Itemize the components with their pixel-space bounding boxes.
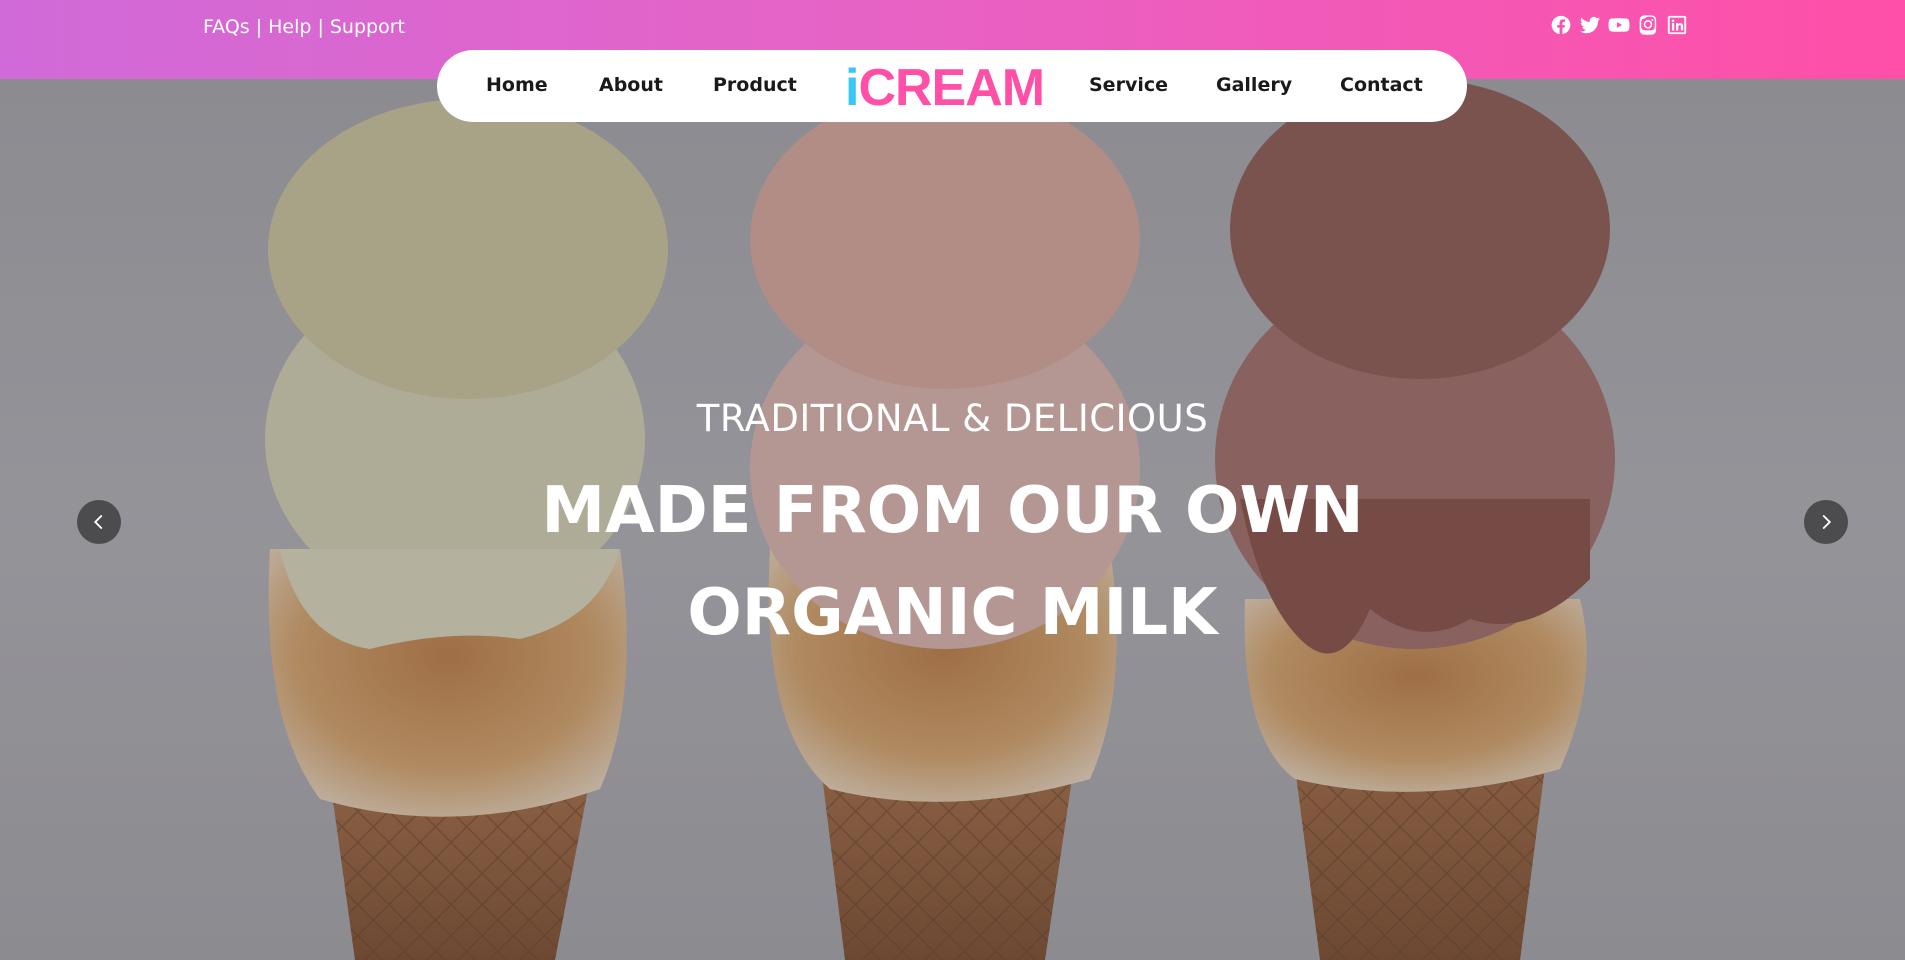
hero-title-line2: ORGANIC MILK <box>687 576 1218 650</box>
nav-gallery[interactable]: Gallery <box>1216 74 1292 96</box>
nav-home[interactable]: Home <box>486 74 548 96</box>
separator: | <box>255 16 263 38</box>
top-links: FAQs | Help | Support <box>203 16 405 38</box>
carousel-prev-button[interactable] <box>77 500 121 544</box>
hero-subtitle: TRADITIONAL & DELICIOUS <box>696 397 1209 440</box>
faqs-link[interactable]: FAQs <box>203 16 250 38</box>
main-navbar: Home About Product iCREAM Service Galler… <box>437 50 1467 122</box>
linkedin-icon[interactable] <box>1666 14 1688 36</box>
chevron-left-icon <box>93 515 103 529</box>
youtube-icon[interactable] <box>1608 14 1630 36</box>
logo-cream: CREAM <box>858 59 1045 117</box>
instagram-icon[interactable] <box>1637 14 1659 36</box>
twitter-icon[interactable] <box>1579 14 1601 36</box>
nav-product[interactable]: Product <box>713 74 797 96</box>
help-link[interactable]: Help <box>268 16 311 38</box>
nav-about[interactable]: About <box>599 74 663 96</box>
facebook-icon[interactable] <box>1550 14 1572 36</box>
nav-contact[interactable]: Contact <box>1340 74 1423 96</box>
logo-i: i <box>845 59 859 117</box>
support-link[interactable]: Support <box>330 16 405 38</box>
chevron-right-icon <box>1822 515 1832 529</box>
separator: | <box>317 16 324 38</box>
hero-title-line1: MADE FROM OUR OWN <box>541 474 1364 548</box>
nav-service[interactable]: Service <box>1089 74 1168 96</box>
site-logo[interactable]: iCREAM <box>845 58 1045 118</box>
social-links <box>1550 14 1688 36</box>
carousel-next-button[interactable] <box>1804 500 1848 544</box>
hero-carousel: TRADITIONAL & DELICIOUS MADE FROM OUR OW… <box>0 79 1905 960</box>
